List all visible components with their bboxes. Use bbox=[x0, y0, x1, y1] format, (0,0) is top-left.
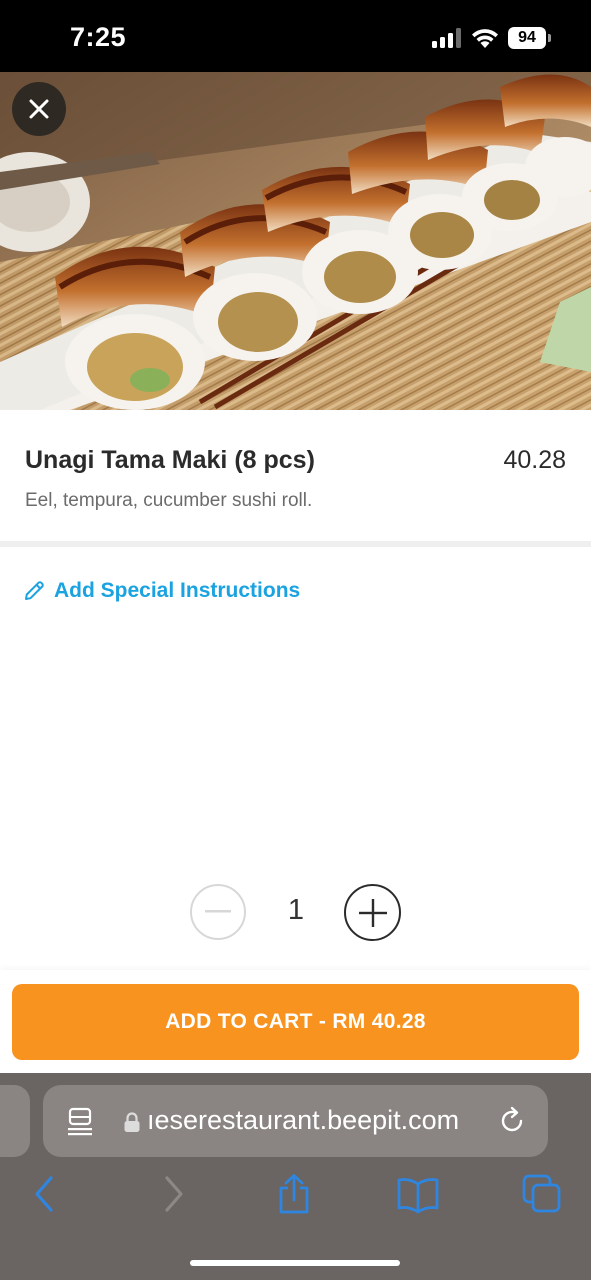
url-text: ıeserestaurant.beepit.com bbox=[147, 1105, 460, 1135]
close-icon bbox=[29, 99, 49, 119]
reload-icon[interactable] bbox=[499, 1106, 527, 1136]
back-icon[interactable] bbox=[32, 1174, 56, 1214]
product-info: Unagi Tama Maki (8 pcs) 40.28 Eel, tempu… bbox=[0, 410, 591, 542]
add-special-instructions-label: Add Special Instructions bbox=[54, 579, 301, 602]
previous-tab[interactable] bbox=[0, 1085, 30, 1157]
battery-level: 94 bbox=[508, 27, 546, 49]
add-to-cart-button[interactable]: ADD TO CART - RM 40.28 bbox=[12, 984, 579, 1060]
status-bar: 7:25 94 bbox=[0, 0, 591, 72]
reader-mode-icon[interactable] bbox=[67, 1107, 95, 1137]
close-button[interactable] bbox=[12, 82, 66, 136]
address-bar[interactable]: ıeserestaurant.beepit.com bbox=[43, 1085, 548, 1157]
bookmarks-icon[interactable] bbox=[397, 1174, 439, 1214]
product-image bbox=[0, 72, 591, 410]
share-icon[interactable] bbox=[276, 1174, 312, 1214]
forward-icon[interactable] bbox=[162, 1174, 186, 1214]
plus-icon bbox=[358, 898, 387, 927]
quantity-value: 1 bbox=[287, 894, 305, 926]
product-description: Eel, tempura, cucumber sushi roll. bbox=[25, 490, 313, 511]
battery-icon: 94 bbox=[508, 27, 552, 49]
product-price: 40.28 bbox=[503, 446, 566, 474]
tabs-icon[interactable] bbox=[522, 1174, 562, 1214]
section-divider bbox=[0, 541, 591, 547]
pencil-icon bbox=[25, 581, 44, 600]
wifi-icon bbox=[472, 29, 498, 48]
decrease-quantity-button[interactable] bbox=[190, 884, 246, 940]
minus-icon bbox=[205, 910, 231, 913]
increase-quantity-button[interactable] bbox=[344, 884, 401, 941]
home-indicator bbox=[190, 1260, 400, 1266]
add-special-instructions-link[interactable]: Add Special Instructions bbox=[22, 577, 300, 605]
status-time: 7:25 bbox=[70, 22, 127, 52]
product-name: Unagi Tama Maki (8 pcs) bbox=[25, 446, 315, 474]
lock-icon bbox=[124, 1112, 140, 1132]
cellular-signal-icon bbox=[432, 28, 461, 48]
